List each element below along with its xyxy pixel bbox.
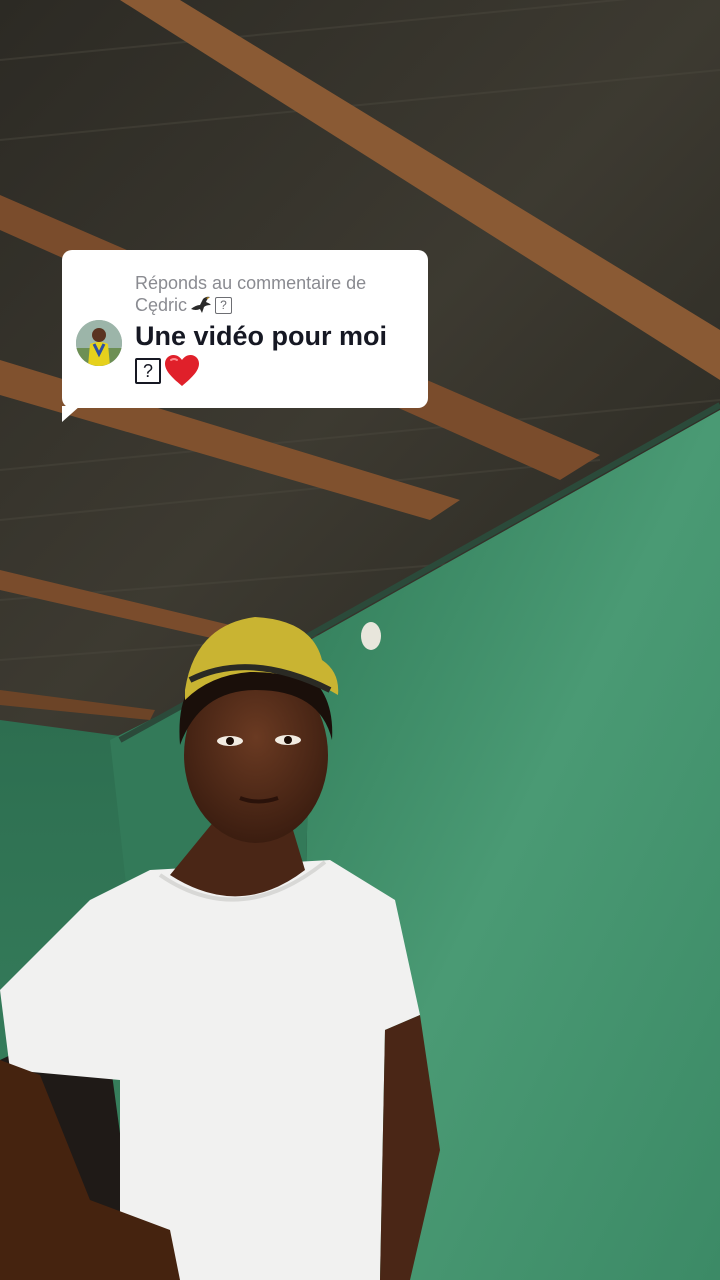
comment-text: Une vidéo pour moi [135, 321, 388, 351]
avatar-image [76, 320, 122, 366]
commenter-name: Cędric [135, 295, 188, 315]
video-frame[interactable]: Réponds au commentaire de Cędric ? Une v… [0, 0, 720, 1280]
red-heart-icon [165, 355, 199, 386]
bubble-tail [62, 406, 80, 422]
reply-to-comment-bubble[interactable]: Réponds au commentaire de Cędric ? Une v… [62, 250, 428, 422]
video-background [0, 0, 720, 1280]
reply-header-label: Réponds au commentaire de [135, 273, 367, 293]
eagle-icon [191, 296, 212, 313]
reply-header: Réponds au commentaire de Cędric ? [135, 272, 410, 316]
commenter-avatar[interactable] [76, 320, 122, 366]
unrendered-glyph-icon: ? [135, 358, 161, 384]
unrendered-glyph-icon: ? [215, 296, 233, 314]
